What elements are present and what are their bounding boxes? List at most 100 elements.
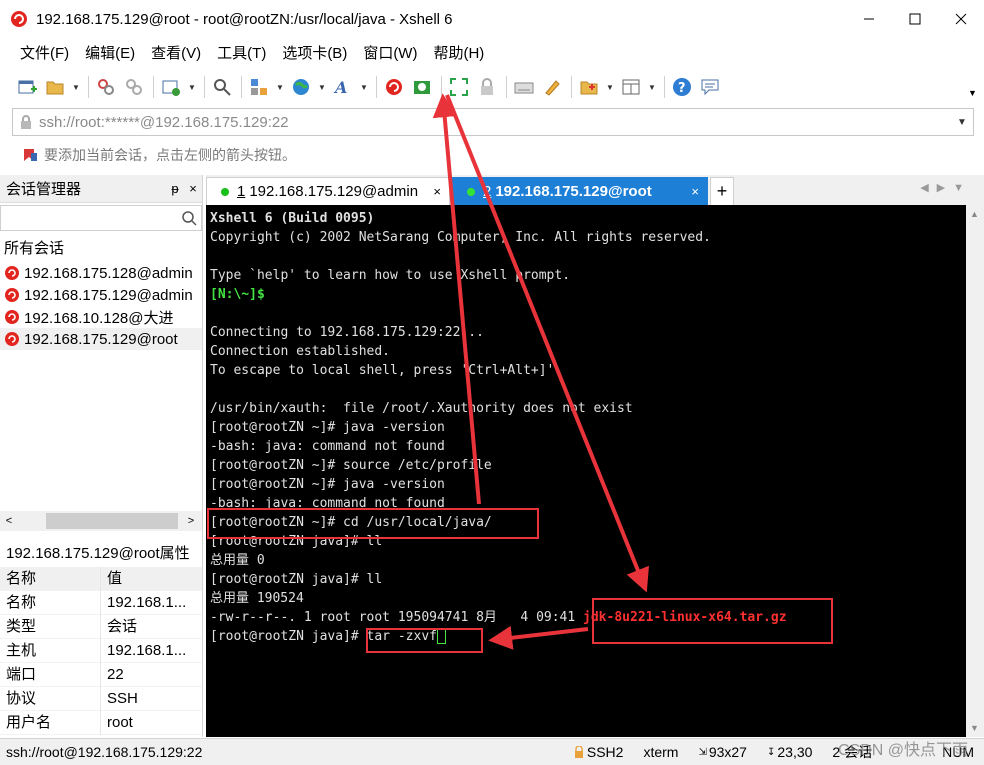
table-row: 用户名 root bbox=[0, 710, 202, 735]
new-session-button[interactable] bbox=[16, 76, 38, 98]
bookmark-arrow-icon[interactable] bbox=[22, 147, 38, 163]
tab-close-icon[interactable]: × bbox=[666, 184, 699, 199]
help-button[interactable]: ? bbox=[671, 76, 693, 98]
scrollbar-thumb[interactable] bbox=[46, 513, 178, 529]
close-icon[interactable]: × bbox=[184, 181, 202, 196]
keyboard-button[interactable] bbox=[513, 76, 535, 98]
terminal-line-prompt: [root@rootZN java]# tar -zxvf bbox=[210, 627, 966, 646]
tab-session-admin[interactable]: 1 192.168.175.129@admin × bbox=[206, 177, 450, 205]
terminal-scrollbar[interactable]: ▲ ▼ bbox=[966, 205, 984, 737]
lock-button[interactable] bbox=[476, 76, 498, 98]
tab-session-root[interactable]: 2 192.168.175.129@root × bbox=[452, 177, 708, 205]
menu-tabs[interactable]: 选项卡(B) bbox=[274, 38, 355, 70]
tab-scroll-arrows-icon[interactable]: ◀▶▼ bbox=[920, 181, 972, 194]
column-header-value[interactable]: 值 bbox=[101, 567, 202, 591]
menu-file[interactable]: 文件(F) bbox=[12, 38, 77, 70]
terminal-line: Xshell 6 (Build 0095) bbox=[210, 211, 375, 226]
add-tab-button[interactable]: + bbox=[710, 177, 734, 205]
session-manager-header: 会话管理器 ᵽ × bbox=[0, 175, 202, 203]
property-key: 类型 bbox=[0, 614, 101, 639]
chevron-down-icon[interactable]: ▼ bbox=[970, 723, 979, 733]
chevron-right-icon[interactable]: > bbox=[182, 515, 200, 527]
terminal-line: Connecting to 192.168.175.129:22... bbox=[210, 325, 484, 340]
chevron-down-icon[interactable]: ▼ bbox=[606, 83, 614, 92]
resize-icon: ⇲ bbox=[698, 746, 707, 758]
hint-text: 要添加当前会话，点击左侧的箭头按钮。 bbox=[44, 147, 296, 163]
menu-help[interactable]: 帮助(H) bbox=[425, 38, 492, 70]
tree-root-all-sessions[interactable]: 所有会话 bbox=[0, 233, 202, 262]
address-bar[interactable]: ssh://root:******@192.168.175.129:22 ▼ bbox=[12, 108, 974, 136]
property-value: 192.168.1... bbox=[107, 641, 187, 659]
plus-icon: + bbox=[716, 181, 728, 201]
toolbar-overflow-icon[interactable]: ▼ bbox=[968, 88, 977, 98]
toolbar-divider bbox=[204, 76, 205, 98]
find-button[interactable] bbox=[211, 76, 233, 98]
session-label: 192.168.10.128@大进 bbox=[24, 309, 174, 327]
status-bar: ssh://root@192.168.175.129:22 SSH2 xterm… bbox=[0, 738, 984, 765]
session-item[interactable]: 192.168.175.129@admin bbox=[0, 284, 202, 306]
status-connection: ssh://root@192.168.175.129:22 bbox=[6, 744, 203, 760]
add-folder-button[interactable] bbox=[578, 76, 600, 98]
layout-button[interactable] bbox=[248, 76, 270, 98]
property-value: root bbox=[107, 713, 133, 731]
globe-button[interactable] bbox=[290, 76, 312, 98]
folder-open-icon bbox=[46, 81, 64, 95]
xshell-logo-icon bbox=[11, 11, 27, 27]
address-input[interactable]: ssh://root:******@192.168.175.129:22 bbox=[39, 114, 957, 131]
terminal-line: To escape to local shell, press 'Ctrl+Al… bbox=[210, 363, 563, 378]
search-icon bbox=[214, 79, 231, 96]
tab-close-icon[interactable]: × bbox=[432, 184, 441, 199]
chevron-down-icon[interactable]: ▼ bbox=[957, 117, 973, 128]
terminal-line: [N:\~]$ bbox=[210, 287, 265, 302]
terminal-output[interactable]: Xshell 6 (Build 0095) Copyright (c) 2002 … bbox=[206, 205, 966, 737]
column-header-name[interactable]: 名称 bbox=[0, 566, 101, 591]
chevron-down-icon[interactable]: ▼ bbox=[188, 83, 196, 92]
fullscreen-button[interactable] bbox=[448, 76, 470, 98]
session-list-scrollbar[interactable]: < > bbox=[0, 511, 202, 531]
chevron-down-icon[interactable]: ▼ bbox=[648, 83, 656, 92]
close-button[interactable] bbox=[938, 0, 984, 38]
disconnect-button[interactable] bbox=[123, 76, 145, 98]
chevron-down-icon[interactable]: ▼ bbox=[72, 83, 80, 92]
properties-header-row: 名称 值 bbox=[0, 566, 202, 591]
terminal-line: [root@rootZN ~]# cd /usr/local/java/ bbox=[210, 515, 492, 530]
chevron-down-icon[interactable]: ▼ bbox=[360, 83, 368, 92]
session-item-selected[interactable]: 192.168.175.129@root bbox=[0, 328, 202, 350]
chevron-down-icon[interactable]: ▼ bbox=[318, 83, 326, 92]
properties-button[interactable] bbox=[160, 76, 182, 98]
status-protocol-text: SSH2 bbox=[586, 744, 624, 760]
table-row: 名称 192.168.1... bbox=[0, 590, 202, 615]
reconnect-button[interactable] bbox=[95, 76, 117, 98]
open-folder-button[interactable] bbox=[44, 76, 66, 98]
session-icon bbox=[5, 310, 19, 324]
menu-window[interactable]: 窗口(W) bbox=[355, 38, 425, 70]
session-item[interactable]: 192.168.175.128@admin bbox=[0, 262, 202, 284]
menu-view[interactable]: 查看(V) bbox=[143, 38, 209, 70]
maximize-button[interactable] bbox=[892, 0, 938, 38]
chevron-up-icon[interactable]: ▲ bbox=[970, 209, 979, 219]
pin-icon[interactable]: ᵽ bbox=[166, 181, 184, 196]
table-row: 类型 会话 bbox=[0, 614, 202, 639]
table-row: 端口 22 bbox=[0, 662, 202, 687]
fullscreen-icon bbox=[450, 78, 468, 96]
properties-icon bbox=[162, 80, 180, 96]
chevron-down-icon[interactable]: ▼ bbox=[276, 83, 284, 92]
xshell-button[interactable] bbox=[383, 76, 405, 98]
session-item[interactable]: 192.168.10.128@大进 bbox=[0, 306, 202, 328]
menu-tools[interactable]: 工具(T) bbox=[209, 38, 274, 70]
connected-status-icon bbox=[467, 187, 475, 196]
menu-edit[interactable]: 编辑(E) bbox=[77, 38, 143, 70]
svg-text:?: ? bbox=[678, 81, 686, 96]
toolbar: ▼ ▼ ▼ ▼ A ▼ ▼ ▼ ? bbox=[0, 70, 984, 104]
window-layout-button[interactable] bbox=[620, 76, 642, 98]
minimize-button[interactable] bbox=[846, 0, 892, 38]
session-search-input[interactable] bbox=[0, 205, 202, 231]
font-button[interactable]: A bbox=[332, 76, 354, 98]
new-session-icon bbox=[18, 80, 37, 94]
chat-button[interactable] bbox=[699, 76, 721, 98]
chevron-left-icon[interactable]: < bbox=[0, 515, 18, 527]
xftp-button[interactable] bbox=[411, 76, 433, 98]
highlight-button[interactable] bbox=[541, 76, 563, 98]
